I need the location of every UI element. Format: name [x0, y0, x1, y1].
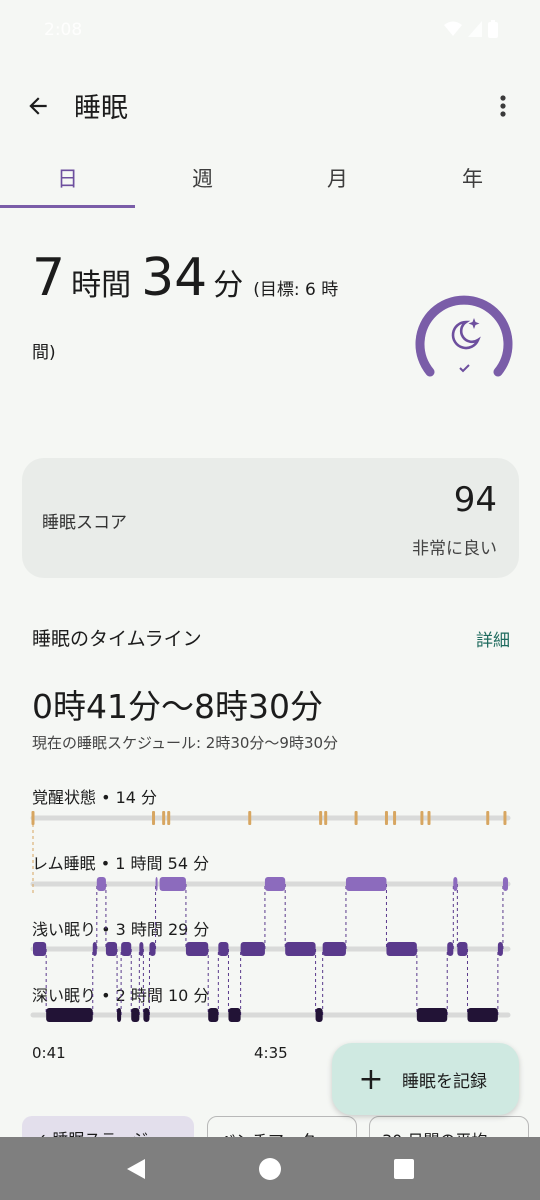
stage-segment-rem: [155, 877, 158, 891]
stage-segment-light: [33, 942, 47, 956]
stage-segment-light: [322, 942, 346, 956]
sleep-score-value: 94: [453, 480, 497, 520]
back-button[interactable]: [20, 88, 56, 124]
tab-day[interactable]: 日: [0, 148, 135, 208]
awake-mark: [248, 811, 252, 825]
sleep-goal-tail: 間): [32, 343, 56, 363]
stage-segment-rem: [502, 877, 508, 891]
sleep-score-description: 非常に良い: [412, 539, 497, 559]
plus-icon: +: [358, 1061, 384, 1097]
awake-mark: [427, 811, 431, 825]
stage-segment-light: [285, 942, 316, 956]
more-vert-icon: [500, 95, 506, 117]
wifi-icon: [444, 21, 462, 36]
stage-segment-deep: [416, 1008, 448, 1022]
app-bar: 睡眠: [0, 70, 540, 140]
sleep-score-label: 睡眠スコア: [42, 513, 127, 533]
nav-back-button[interactable]: [122, 1155, 150, 1183]
awake-mark: [162, 811, 166, 825]
stage-segment-deep: [117, 1008, 122, 1022]
square-recents-icon: [394, 1159, 414, 1179]
more-options-button[interactable]: [488, 88, 518, 124]
tab-month[interactable]: 月: [270, 148, 405, 208]
awake-mark: [319, 811, 323, 825]
sleep-time-range: 0時41分〜8時30分: [32, 687, 323, 726]
tab-year[interactable]: 年: [405, 148, 540, 208]
sleep-hypnogram[interactable]: [0, 800, 540, 1040]
duration-minutes-unit: 分: [213, 268, 244, 303]
awake-mark: [167, 811, 171, 825]
stage-segment-deep: [228, 1008, 241, 1022]
stage-segment-deep: [467, 1008, 498, 1022]
stage-segment-rem: [159, 877, 186, 891]
stage-segment-light: [185, 942, 209, 956]
sleep-goal: (目標: 6 時: [253, 280, 339, 300]
status-bar: 2:08: [0, 0, 540, 60]
stage-segment-deep: [131, 1008, 140, 1022]
stage-segment-light: [457, 942, 468, 956]
stage-segment-deep: [143, 1008, 150, 1022]
page-title: 睡眠: [74, 93, 128, 124]
stage-segment-light: [386, 942, 417, 956]
sleep-schedule: 現在の睡眠スケジュール: 2時30分〜9時30分: [32, 734, 339, 752]
awake-mark: [486, 811, 490, 825]
stage-segment-light: [497, 942, 503, 956]
stage-segment-rem: [96, 877, 106, 891]
awake-mark: [384, 811, 388, 825]
stage-segment-deep: [315, 1008, 323, 1022]
tab-week[interactable]: 週: [135, 148, 270, 208]
stage-segment-deep: [46, 1008, 93, 1022]
stage-segment-rem: [345, 877, 387, 891]
stage-segment-light: [92, 942, 97, 956]
stage-segment-light: [240, 942, 265, 956]
stage-segment-light: [105, 942, 118, 956]
stage-segment-rem: [264, 877, 286, 891]
stage-segment-light: [218, 942, 229, 956]
sleep-score-card[interactable]: 睡眠スコア 94 非常に良い: [22, 458, 519, 578]
awake-mark: [503, 811, 507, 825]
record-sleep-label: 睡眠を記録: [402, 1071, 487, 1092]
triangle-back-icon: [127, 1159, 145, 1179]
status-icons: [444, 20, 498, 38]
sleep-goal-ring: [415, 295, 513, 377]
battery-icon: [488, 20, 498, 38]
duration-hours-unit: 時間: [71, 268, 132, 303]
stage-segment-rem: [453, 877, 458, 891]
sleep-duration-summary: 7 時間 34 分 (目標: 6 時 間): [32, 246, 392, 363]
time-label-start: 0:41: [32, 1044, 66, 1062]
check-icon: [459, 364, 470, 373]
stage-segment-light: [447, 942, 454, 956]
stage-segment-light: [139, 942, 144, 956]
arrow-left-icon: [29, 97, 47, 115]
awake-mark: [393, 811, 397, 825]
system-nav-bar: [0, 1137, 540, 1200]
timeline-title: 睡眠のタイムライン: [32, 628, 202, 650]
nav-home-button[interactable]: [256, 1155, 284, 1183]
status-time: 2:08: [44, 20, 83, 40]
stage-segment-light: [149, 942, 156, 956]
duration-minutes: 34: [141, 248, 208, 308]
awake-mark: [324, 811, 328, 825]
signal-icon: [468, 21, 482, 37]
moon-star-icon: [451, 318, 481, 350]
record-sleep-button[interactable]: + 睡眠を記録: [332, 1043, 519, 1115]
period-tabs: 日 週 月 年: [0, 148, 540, 208]
stage-segment-deep: [208, 1008, 219, 1022]
duration-hours: 7: [32, 248, 66, 308]
nav-recents-button[interactable]: [390, 1155, 418, 1183]
awake-mark: [354, 811, 358, 825]
time-label-mid: 4:35: [254, 1044, 288, 1062]
awake-mark: [152, 811, 156, 825]
timeline-detail-link[interactable]: 詳細: [476, 626, 510, 651]
awake-mark: [420, 811, 424, 825]
circle-home-icon: [259, 1158, 281, 1180]
stage-segment-light: [121, 942, 132, 956]
